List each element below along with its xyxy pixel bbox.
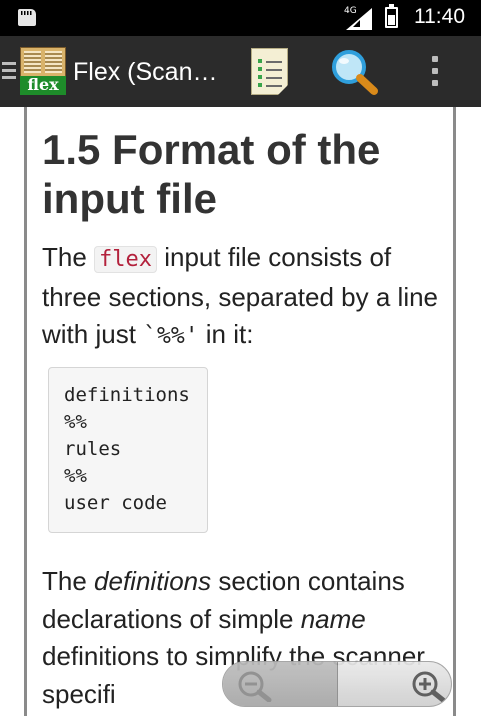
code-line: %% [64,411,87,433]
intro-paragraph: The flex input file consists of three se… [42,239,442,356]
battery-icon [385,4,398,28]
zoom-out-icon [238,671,272,702]
menu-icon[interactable] [2,62,16,79]
para2-emphasis-name: name [300,603,366,634]
document-view[interactable]: 1.5 Format of the input file The flex in… [0,107,481,716]
sd-card-icon [18,9,36,26]
right-border [453,107,456,716]
table-of-contents-icon[interactable] [251,48,288,95]
zoom-out-button[interactable] [223,662,338,706]
clock: 11:40 [414,5,465,28]
code-line: definitions [64,384,190,406]
signal-icon [346,8,372,30]
intro-text-1: The [42,242,95,272]
code-block: definitions %% rules %% user code [48,367,208,533]
search-icon[interactable] [329,47,381,97]
zoom-control [222,661,452,707]
app-bar: flex Flex (Scan… [0,36,481,107]
book-icon [20,47,66,77]
overflow-menu-icon[interactable] [432,56,440,87]
left-border [24,107,27,716]
section-heading: 1.5 Format of the input file [42,126,381,222]
code-line: rules [64,438,122,460]
code-line: %% [64,465,87,487]
status-bar: 4G 11:40 [0,0,481,36]
logo-text: flex [20,76,66,95]
inline-code-flex: flex [94,246,158,273]
zoom-in-button[interactable] [338,662,451,706]
code-line: user code [64,492,167,514]
para2-emphasis-definitions: definitions [94,566,212,596]
zoom-in-icon [412,671,446,702]
app-logo[interactable]: flex [20,47,66,95]
intro-text-3: in it: [198,319,254,349]
app-title[interactable]: Flex (Scan… [73,58,217,87]
para2-text-1: The [42,566,95,596]
separator-marker: `%%' [143,323,199,349]
